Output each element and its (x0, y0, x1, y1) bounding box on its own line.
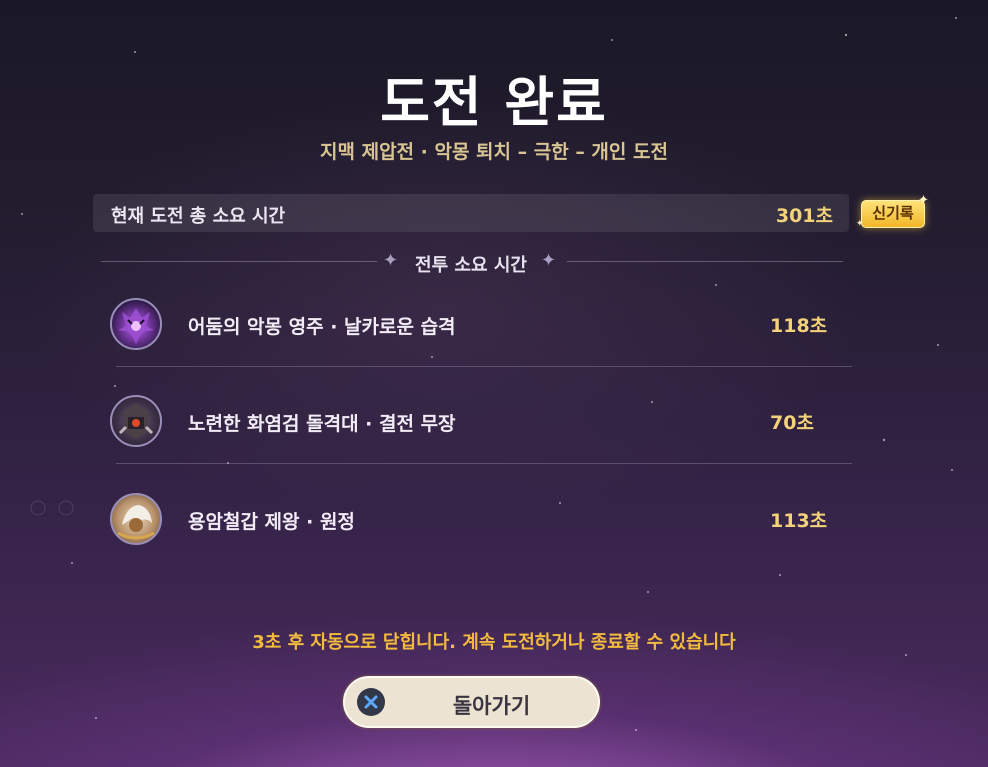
back-button[interactable]: 돌아가기 (343, 676, 600, 728)
total-time-bar: 현재 도전 총 소요 시간 301초 (93, 194, 849, 232)
battle-time-value: 118초 (770, 315, 828, 337)
enemy-name: 노련한 화염검 돌격대 · 결전 무장 (188, 413, 456, 435)
challenge-subtitle: 지맥 제압전 · 악몽 퇴치 – 극한 – 개인 도전 (320, 141, 668, 163)
dark-nightmare-lord-portrait-icon (110, 298, 162, 350)
battle-entry: 용암철갑 제왕 · 원정 113초 (108, 491, 852, 549)
total-time-value: 301초 (775, 205, 833, 227)
battle-time-header: ✦ 전투 소요 시간 ✦ (93, 248, 849, 276)
header-divider-right (567, 261, 843, 262)
battle-entry: 노련한 화염검 돌격대 · 결전 무장 70초 (108, 393, 852, 451)
four-point-star-icon: ✦ (541, 250, 557, 271)
sparkle-icon: ✦ (856, 219, 864, 229)
close-x-icon (357, 688, 385, 716)
enemy-name: 용암철갑 제왕 · 원정 (188, 511, 355, 533)
page-title: 도전 완료 (380, 71, 608, 134)
auto-close-notice: 3초 후 자동으로 닫힙니다. 계속 도전하거나 종료할 수 있습니다 (252, 632, 736, 653)
back-button-label: 돌아가기 (452, 694, 531, 718)
row-divider (116, 463, 852, 464)
sparkle-icon: ✦ (918, 193, 929, 208)
flame-sword-vanguard-portrait-icon (110, 395, 162, 447)
lava-iron-emperor-portrait-icon (110, 493, 162, 545)
enemy-name: 어둠의 악몽 영주 · 날카로운 습격 (188, 316, 456, 338)
battle-time-value: 70초 (770, 412, 814, 434)
row-divider (116, 366, 852, 367)
total-time-label: 현재 도전 총 소요 시간 (111, 206, 286, 227)
battle-time-value: 113초 (770, 510, 828, 532)
new-record-badge: 신기록 (861, 200, 925, 228)
battle-time-title: 전투 소요 시간 (415, 255, 527, 276)
battle-entry: 어둠의 악몽 영주 · 날카로운 습격 118초 (108, 296, 852, 354)
